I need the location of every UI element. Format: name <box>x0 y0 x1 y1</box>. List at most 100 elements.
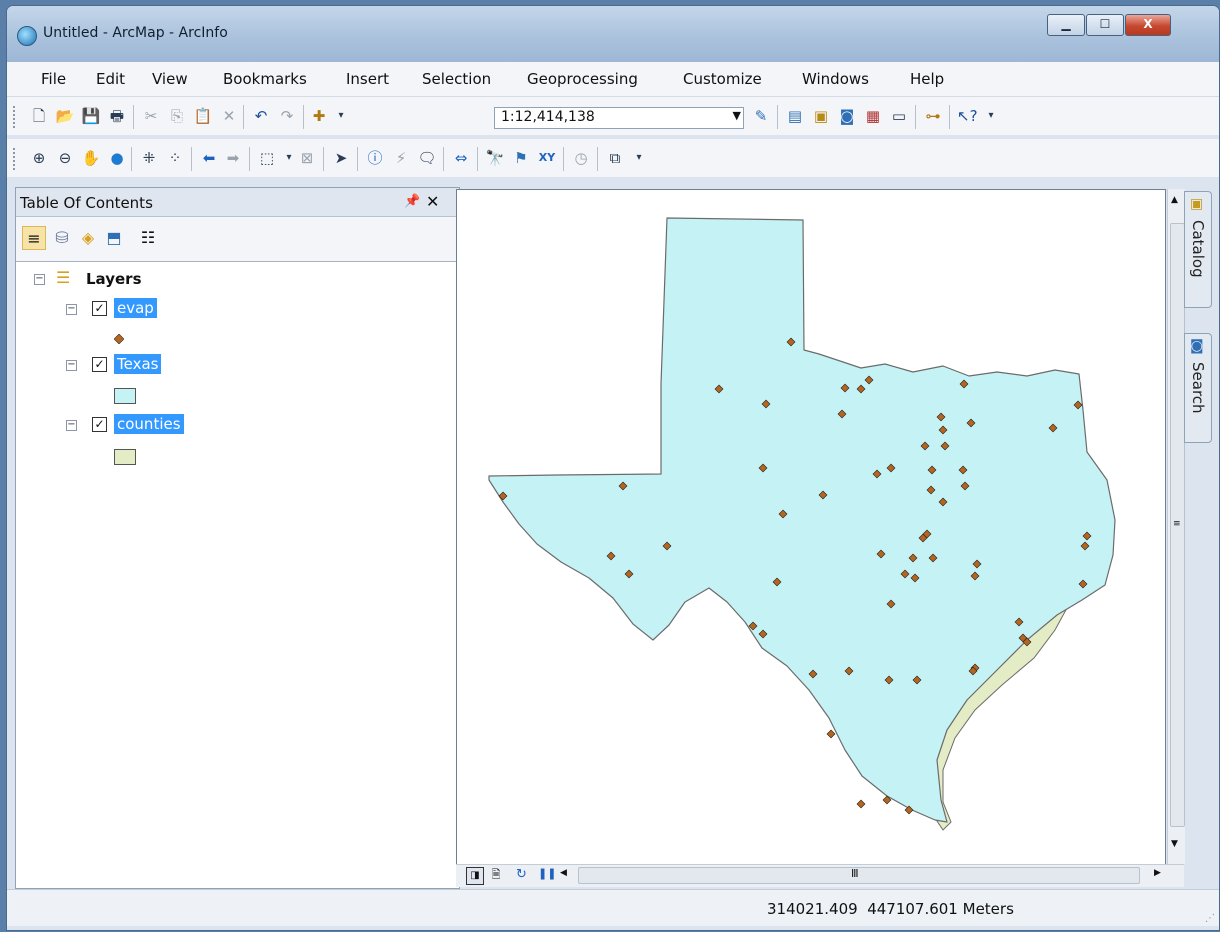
full-extent-globe-icon[interactable]: ● <box>107 148 127 168</box>
menu-selection[interactable]: Selection <box>422 70 491 88</box>
menu-insert[interactable]: Insert <box>346 70 389 88</box>
scroll-left-icon[interactable]: ◀ <box>560 868 567 878</box>
save-icon[interactable]: 💾 <box>81 106 101 126</box>
arctoolbox-icon[interactable]: ▦ <box>863 106 883 126</box>
menu-windows[interactable]: Windows <box>802 70 869 88</box>
go-to-xy-icon[interactable]: XY <box>537 148 557 168</box>
scroll-down-icon[interactable]: ▼ <box>1171 839 1178 849</box>
cut-icon[interactable]: ✂ <box>141 106 161 126</box>
close-icon[interactable]: ✕ <box>426 192 439 211</box>
texas-map[interactable] <box>457 190 1165 865</box>
copy-icon[interactable]: ⎘ <box>167 106 187 126</box>
menu-view[interactable]: View <box>152 70 188 88</box>
evap-station-point[interactable] <box>856 799 866 809</box>
find-route-icon[interactable]: ⚑ <box>511 148 531 168</box>
paste-icon[interactable]: 📋 <box>193 106 213 126</box>
minimize-button[interactable]: ▁ <box>1047 14 1085 36</box>
scroll-up-icon[interactable]: ▲ <box>1171 195 1178 205</box>
layout-view-icon[interactable]: 🗎 <box>488 867 504 883</box>
toc-options-icon[interactable]: ☷ <box>136 226 160 250</box>
catalog-side-tab[interactable]: ▣ Catalog <box>1184 191 1212 308</box>
fixed-zoom-out-icon[interactable]: ⁘ <box>165 148 185 168</box>
identify-info-icon[interactable]: ⓘ <box>365 148 385 168</box>
new-document-icon[interactable]: 🗋 <box>29 106 49 126</box>
menu-customize[interactable]: Customize <box>683 70 762 88</box>
zoom-out-icon[interactable]: ⊖ <box>55 148 75 168</box>
menu-help[interactable]: Help <box>910 70 944 88</box>
open-folder-icon[interactable]: 📂 <box>55 106 75 126</box>
find-binoculars-icon[interactable]: 🔭 <box>485 148 505 168</box>
layer-evap-label[interactable]: evap <box>114 298 157 318</box>
delete-icon[interactable]: ✕ <box>219 106 239 126</box>
menu-bookmarks[interactable]: Bookmarks <box>223 70 307 88</box>
forward-arrow-icon[interactable]: ➡ <box>223 148 243 168</box>
python-window-icon[interactable]: ▭ <box>889 106 909 126</box>
viewer-window-icon[interactable]: ⧉ <box>605 148 625 168</box>
modelbuilder-icon[interactable]: ⊶ <box>923 106 943 126</box>
auto-hide-pin-icon[interactable]: 📌 <box>404 194 420 209</box>
layer-texas-label[interactable]: Texas <box>114 354 162 374</box>
select-elements-arrow-icon[interactable]: ➤ <box>331 148 351 168</box>
add-data-dropdown-icon[interactable]: ▾ <box>331 106 351 126</box>
close-window-button[interactable]: X <box>1125 14 1171 36</box>
menu-geoprocessing[interactable]: Geoprocessing <box>527 70 638 88</box>
redo-icon[interactable]: ↷ <box>277 106 297 126</box>
scroll-right-icon[interactable]: ▶ <box>1154 868 1161 878</box>
pause-drawing-icon[interactable]: ❚❚ <box>538 867 556 880</box>
layers-group-label[interactable]: Layers <box>86 270 142 288</box>
toolbar-options-icon[interactable]: ▾ <box>629 148 649 168</box>
measure-icon[interactable]: ⇔ <box>451 148 471 168</box>
clear-selection-icon[interactable]: ⊠ <box>297 148 317 168</box>
texas-state-shape[interactable] <box>488 217 1116 823</box>
list-by-drawing-order-icon[interactable]: ≡ <box>22 226 46 250</box>
refresh-icon[interactable]: ↻ <box>516 867 527 882</box>
back-arrow-icon[interactable]: ⬅ <box>199 148 219 168</box>
toolbar-grip[interactable] <box>13 106 18 128</box>
menu-file[interactable]: File <box>41 70 66 88</box>
hyperlink-bolt-icon[interactable]: ⚡ <box>391 148 411 168</box>
editor-toolbar-icon[interactable]: ✎ <box>751 106 771 126</box>
map-vertical-scrollbar[interactable]: ▲ ≡ ▼ <box>1167 189 1185 864</box>
counties-visibility-checkbox[interactable]: ✓ <box>92 417 107 432</box>
texas-visibility-checkbox[interactable]: ✓ <box>92 357 107 372</box>
collapse-texas-icon[interactable]: − <box>66 360 77 371</box>
whats-this-help-icon[interactable]: ↖? <box>957 106 978 126</box>
resize-grip-icon[interactable]: ⋰ <box>1205 913 1215 924</box>
collapse-evap-icon[interactable]: − <box>66 304 77 315</box>
layer-counties-label[interactable]: counties <box>114 414 184 434</box>
vertical-scroll-thumb[interactable]: ≡ <box>1170 223 1185 827</box>
toc-header: Table Of Contents 📌 ✕ <box>16 188 459 217</box>
horizontal-scroll-thumb[interactable]: Ⅲ <box>578 867 1140 884</box>
table-of-contents-icon[interactable]: ▤ <box>785 106 805 126</box>
list-by-source-icon[interactable]: ⛁ <box>50 226 74 250</box>
catalog-window-icon[interactable]: ▣ <box>811 106 831 126</box>
print-icon[interactable]: 🖶 <box>107 106 127 126</box>
fixed-zoom-in-icon[interactable]: ⁜ <box>139 148 159 168</box>
maximize-button[interactable]: ☐ <box>1086 14 1124 36</box>
map-display[interactable] <box>456 189 1166 866</box>
toolbar-options-icon[interactable]: ▾ <box>981 106 1001 126</box>
collapse-layers-icon[interactable]: − <box>34 274 45 285</box>
search-side-tab[interactable]: ◙ Search <box>1184 333 1212 443</box>
toolbar-grip[interactable] <box>13 148 18 170</box>
title-bar[interactable]: Untitled - ArcMap - ArcInfo ▁ ☐ X <box>7 6 1219 62</box>
list-by-visibility-icon[interactable]: ◈ <box>76 226 100 250</box>
add-data-icon[interactable]: ✚ <box>309 106 329 126</box>
menu-edit[interactable]: Edit <box>96 70 125 88</box>
select-features-icon[interactable]: ⬚ <box>257 148 277 168</box>
collapse-counties-icon[interactable]: − <box>66 420 77 431</box>
data-view-icon[interactable]: ◨ <box>466 867 484 885</box>
zoom-in-icon[interactable]: ⊕ <box>29 148 49 168</box>
evap-station-point[interactable] <box>826 729 836 739</box>
undo-icon[interactable]: ↶ <box>251 106 271 126</box>
list-by-selection-icon[interactable]: ⬒ <box>102 226 126 250</box>
map-scale-combobox[interactable]: 1:12,414,138 ▼ <box>494 107 744 129</box>
layer-tree: − ☰ Layers − ✓ evap − ✓ Texas − ✓ counti… <box>16 262 459 888</box>
search-window-icon[interactable]: ◙ <box>837 106 857 126</box>
time-slider-icon[interactable]: ◷ <box>571 148 591 168</box>
evap-visibility-checkbox[interactable]: ✓ <box>92 301 107 316</box>
select-dropdown-icon[interactable]: ▾ <box>279 148 299 168</box>
html-popup-icon[interactable]: 🗨 <box>417 148 437 168</box>
pan-hand-icon[interactable]: ✋ <box>81 148 101 168</box>
chevron-down-icon[interactable]: ▼ <box>733 109 741 122</box>
